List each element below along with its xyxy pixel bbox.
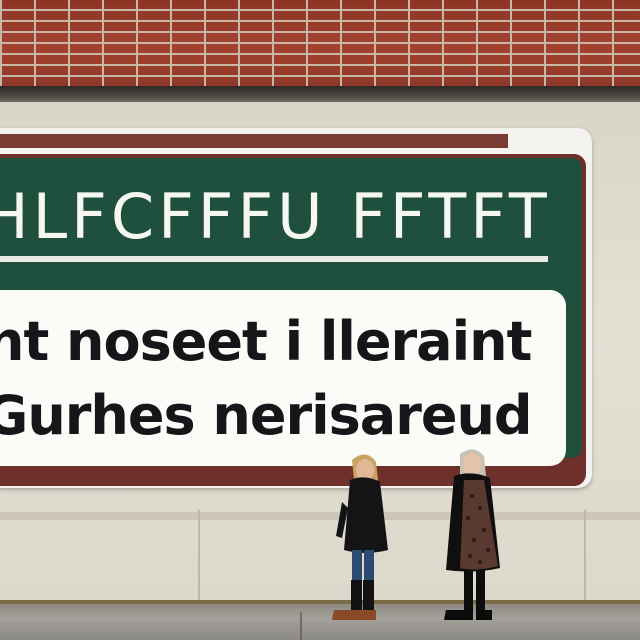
person-left: [332, 454, 388, 620]
billboard-text-line-2: Gurhes nerisareud: [0, 384, 533, 447]
street-scene: HLFCFFFU FFTFT nt noseet i lleraint Gurh…: [0, 0, 640, 640]
sidewalk-joint: [300, 612, 302, 640]
person-right: [444, 449, 500, 620]
wall-seam: [584, 510, 586, 606]
billboard-text-line-1: nt noseet i lleraint: [0, 310, 532, 373]
billboard-headline: HLFCFFFU FFTFT: [0, 180, 551, 253]
billboard-divider: [0, 256, 548, 262]
roof-ledge: [0, 86, 640, 102]
wall-rail: [0, 512, 640, 520]
wall-seam: [198, 510, 200, 606]
brick-wall: [0, 0, 640, 88]
billboard-top-band: [0, 134, 508, 148]
sidewalk: [0, 604, 640, 640]
